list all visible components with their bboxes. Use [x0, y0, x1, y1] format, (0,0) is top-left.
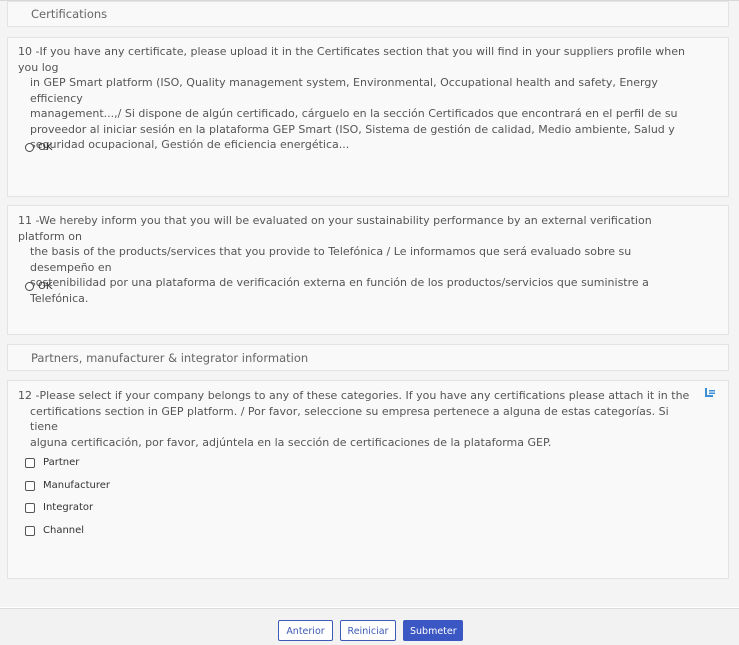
checkbox[interactable] [25, 480, 35, 491]
question-line: If you have any certificate, please uplo… [18, 45, 685, 74]
form-footer: Anterior Reiniciar Submeter [0, 608, 739, 645]
question-line: management...,/ Si dispone de algún cert… [30, 107, 678, 120]
question-line: proveedor al iniciar sesión en la plataf… [30, 122, 675, 136]
section-title: Partners, manufacturer & integrator info… [31, 351, 309, 365]
checkbox-label: Integrator [43, 502, 94, 513]
question-card-10: 10 -If you have any certificate, please … [7, 37, 729, 197]
radio-button[interactable] [25, 143, 34, 152]
section-header-certifications: Certifications [7, 1, 729, 27]
submit-button[interactable]: Submeter [403, 620, 463, 641]
checkbox[interactable] [25, 502, 35, 513]
checkbox-option-manufacturer[interactable]: Manufacturer [25, 480, 110, 491]
question-number: 12 - [18, 389, 40, 402]
question-card-11: 11 -We hereby inform you that you will b… [7, 205, 729, 335]
checkbox-label: Manufacturer [43, 480, 110, 491]
question-text-11: 11 -We hereby inform you that you will b… [18, 213, 698, 306]
question-line: Please select if your company belongs to… [39, 389, 690, 402]
section-title: Certifications [31, 7, 108, 21]
question-text-12: 12 -Please select if your company belong… [18, 388, 698, 450]
question-number: 10 - [18, 45, 40, 58]
radio-label: OK [38, 281, 53, 292]
checkbox-label: Channel [43, 525, 85, 536]
attachment-icon[interactable] [704, 387, 716, 399]
checkbox[interactable] [25, 525, 35, 536]
checkbox-option-channel[interactable]: Channel [25, 525, 84, 536]
radio-label: OK [38, 142, 53, 153]
reset-button[interactable]: Reiniciar [340, 620, 396, 641]
section-header-partners: Partners, manufacturer & integrator info… [7, 344, 729, 371]
checkbox-option-integrator[interactable]: Integrator [25, 502, 93, 513]
checkbox-option-partner[interactable]: Partner [25, 457, 79, 468]
question-text-10: 10 -If you have any certificate, please … [18, 44, 698, 153]
question-line: certifications section in GEP platform. … [30, 404, 669, 434]
radio-option-ok-q10[interactable]: OK [25, 142, 52, 153]
radio-button[interactable] [25, 282, 34, 291]
question-line: We hereby inform you that you will be ev… [18, 214, 652, 243]
question-line: alguna certificación, por favor, adjúnte… [30, 435, 552, 449]
question-line: the basis of the products/services that … [30, 245, 632, 274]
question-line: sostenibilidad por una plataforma de ver… [30, 276, 649, 305]
question-number: 11 - [18, 214, 40, 227]
question-card-12: 12 -Please select if your company belong… [7, 380, 729, 579]
radio-option-ok-q11[interactable]: OK [25, 281, 52, 292]
question-line: seguridad ocupacional, Gestión de eficie… [30, 138, 350, 151]
checkbox[interactable] [25, 457, 35, 468]
question-line: in GEP Smart platform (ISO, Quality mana… [30, 76, 658, 105]
previous-button[interactable]: Anterior [278, 620, 333, 641]
survey-page: Certifications 10 -If you have any certi… [0, 0, 739, 607]
checkbox-label: Partner [43, 457, 80, 468]
